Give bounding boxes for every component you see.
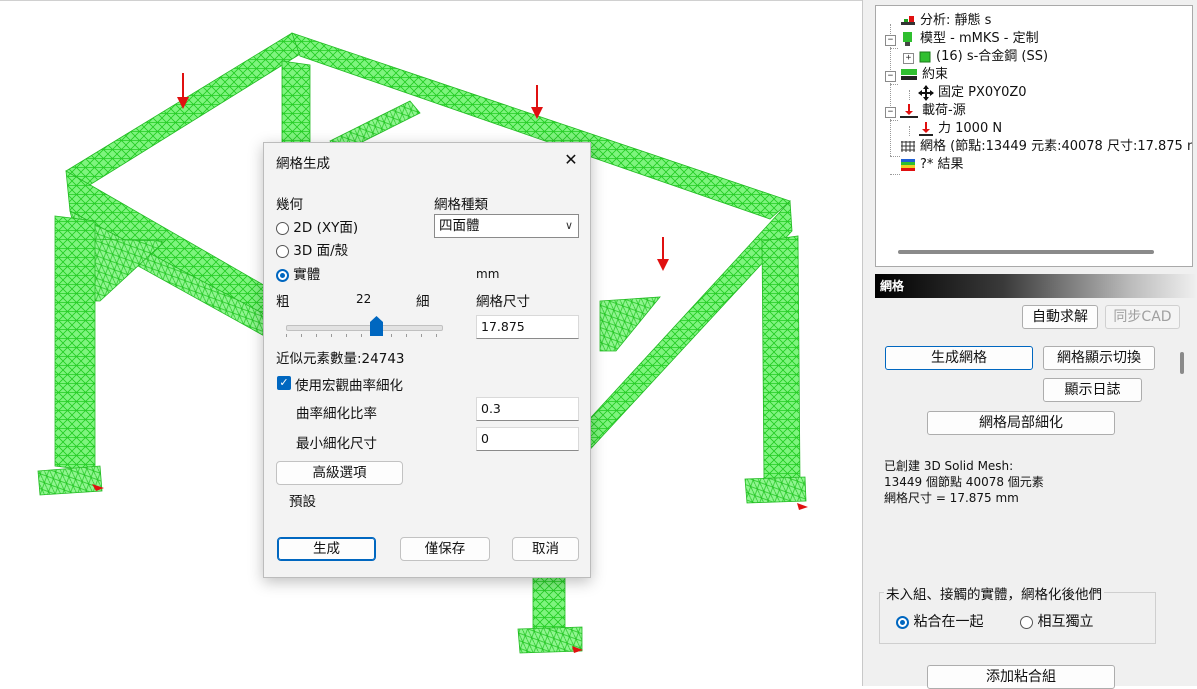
curvature-refine-label: 使用宏觀曲率細化 [295,378,403,394]
tree-horizontal-scrollbar[interactable] [898,250,1154,254]
results-icon [901,158,915,171]
panel-vertical-scrollbar[interactable] [1180,352,1184,374]
mesh-type-select[interactable]: 四面體 ∨ [434,214,579,238]
geometry-label: 幾何 [276,197,303,213]
curvature-ratio-label: 曲率細化比率 [296,406,377,422]
constraint-icon [901,68,917,80]
show-log-button[interactable]: 顯示日誌 [1043,378,1142,402]
tree-item-fixed[interactable]: 固定 PX0Y0Z0 [918,84,1027,102]
add-bonded-group-button[interactable]: 添加粘合組 [927,665,1115,689]
model-icon [903,31,912,46]
leg-back-mid [281,60,311,152]
force-icon [919,121,933,136]
load-icon [900,103,918,118]
analysis-icon [901,15,915,25]
contact-group-legend: 未入組、接觸的實體，網格化後他們 [884,583,1104,603]
fixture-marker-2 [797,503,808,510]
save-only-button[interactable]: 僅保存 [400,537,490,561]
toggle-mesh-display-button[interactable]: 網格顯示切換 [1043,346,1155,370]
auto-solve-button[interactable]: 自動求解 [1022,305,1098,329]
mesh-size-input[interactable]: 17.875 [476,315,579,339]
tree-item-constraints[interactable]: 約束 [900,66,948,84]
analysis-tree[interactable]: 分析: 靜態 s − 模型 - mMKS - 定制 + (16) s-合金鋼 (… [875,5,1193,267]
approx-element-count: 近似元素數量:24743 [276,351,405,367]
mesh-panel-header: 網格 [875,274,1197,298]
frame-beam-front [559,200,793,472]
curvature-refine-checkbox[interactable]: ✓ [277,376,291,390]
cancel-button[interactable]: 取消 [512,537,579,561]
radio-3d-surface[interactable] [276,244,289,258]
tree-item-analysis[interactable]: 分析: 靜態 s [900,12,991,30]
mesh-info-text: 已創建 3D Solid Mesh: 13449 個節點 40078 個元素 網… [884,459,1044,505]
fine-label: 細 [416,294,430,310]
radio-2d[interactable] [276,221,289,235]
dialog-title: 網格生成 [276,156,330,172]
tree-item-loads[interactable]: 載荷-源 [900,102,966,120]
tree-item-force[interactable]: 力 1000 N [918,120,1002,138]
fixed-support-icon [918,84,934,101]
radio-solid[interactable] [276,268,289,282]
coarse-label: 粗 [276,294,290,310]
advanced-options-button[interactable]: 高級選項 [276,461,403,485]
local-mesh-refine-button[interactable]: 網格局部細化 [927,411,1115,435]
tree-item-results[interactable]: ?* 結果 [900,156,964,174]
slider-thumb[interactable] [370,316,383,336]
mesh-size-label: 網格尺寸 [476,294,530,310]
leg-front-right [761,235,801,482]
expand-part-icon[interactable]: + [903,53,914,64]
tree-item-part[interactable]: (16) s-合金鋼 (SS) [918,48,1048,66]
min-refine-size-label: 最小細化尺寸 [296,436,377,452]
leg-back-left [54,215,96,472]
close-icon[interactable]: ✕ [560,149,582,171]
tree-item-mesh[interactable]: 網格 (節點:13449 元素:40078 尺寸:17.875 mm [900,138,1192,156]
mesh-type-label: 網格種類 [434,197,488,213]
collapse-constraints-icon[interactable]: − [885,71,896,82]
generate-button[interactable]: 生成 [277,537,376,561]
mesh-generation-dialog: 網格生成 ✕ 幾何 2D (XY面) 3D 面/殼 實體 網格種類 四面體 ∨ … [263,142,591,578]
right-panel: 分析: 靜態 s − 模型 - mMKS - 定制 + (16) s-合金鋼 (… [872,0,1197,689]
chevron-down-icon: ∨ [564,219,573,232]
unit-label: mm [476,267,500,281]
tree-item-model[interactable]: 模型 - mMKS - 定制 [900,30,1039,48]
option-independent[interactable]: 相互獨立 [1020,611,1093,631]
curvature-ratio-input[interactable]: 0.3 [476,397,579,421]
option-bonded[interactable]: 粘合在一起 [896,611,983,631]
option-solid[interactable]: 實體 [276,263,320,283]
collapse-model-icon[interactable]: − [885,35,896,46]
preset-label: 預設 [289,494,316,510]
option-2d[interactable]: 2D (XY面) [276,216,358,236]
sync-cad-button[interactable]: 同步CAD [1105,305,1180,329]
generate-mesh-button[interactable]: 生成網格 [885,346,1033,370]
mesh-density-slider[interactable] [286,325,443,331]
collapse-loads-icon[interactable]: − [885,107,896,118]
part-icon [919,51,931,62]
leg-front-mid [532,570,566,632]
slider-value: 22 [356,292,372,306]
mesh-grid-icon [901,140,915,152]
option-3d-surface[interactable]: 3D 面/殼 [276,239,348,259]
radio-bonded[interactable] [896,615,909,629]
load-arrow-3 [657,237,669,271]
min-refine-size-input[interactable]: 0 [476,427,579,451]
radio-independent[interactable] [1020,615,1033,629]
